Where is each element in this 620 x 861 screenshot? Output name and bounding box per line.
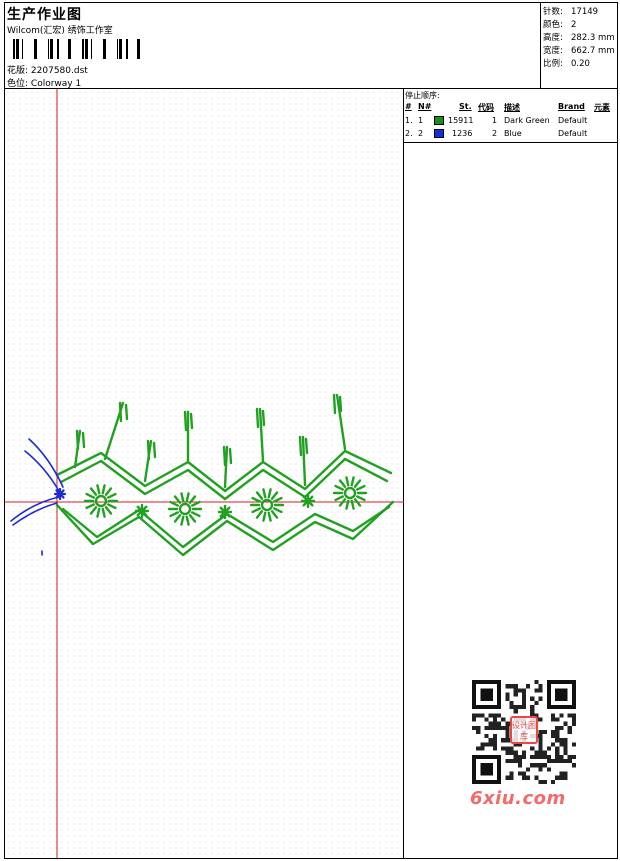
stat-colors: 颜色: 2 xyxy=(543,20,577,30)
flower-ray xyxy=(104,506,113,515)
flower-ray xyxy=(273,496,283,503)
leaf xyxy=(255,407,260,429)
flower-ray xyxy=(107,492,117,499)
flower-center xyxy=(178,502,192,516)
colorway: 色位: Colorway 1 xyxy=(7,76,81,89)
flower-ray xyxy=(96,484,101,495)
design-label: 花版: xyxy=(7,66,29,76)
flower-ray xyxy=(101,484,106,495)
flower-ray xyxy=(101,507,106,518)
flower-ray xyxy=(356,495,366,502)
color-swatch xyxy=(434,129,444,138)
stalk xyxy=(301,435,307,487)
flower-ray xyxy=(267,488,272,499)
watermark: 设计图库 6xiu.com xyxy=(466,678,584,818)
flower-ray xyxy=(273,507,283,514)
leaf xyxy=(222,445,227,467)
flower-ray xyxy=(262,488,267,499)
flower-ray xyxy=(169,500,179,507)
flower-ray xyxy=(180,515,185,526)
flower-ray xyxy=(169,511,179,518)
flower-ray xyxy=(251,496,261,503)
leaf xyxy=(81,431,86,449)
leaf xyxy=(124,403,129,421)
leaf xyxy=(183,410,188,432)
stop-sequence-table: 停止顺序: # N# St. 代码 描述 Brand 元素 1. 1 15911… xyxy=(404,89,617,143)
leaf xyxy=(75,429,80,451)
flower-ray xyxy=(185,515,190,526)
flower-ray xyxy=(85,492,95,499)
leaf xyxy=(304,437,309,455)
flower-ray xyxy=(173,514,182,523)
flower-ray xyxy=(188,514,197,523)
stat-width: 宽度: 662.7 mm xyxy=(543,46,615,56)
embroidery-design xyxy=(5,89,404,858)
flower-ray xyxy=(334,495,344,502)
leaf xyxy=(261,409,266,427)
leaf xyxy=(146,439,151,461)
leaf xyxy=(228,447,233,465)
header-panel: 生产作业图 Wilcom(汇宏) 绣饰工作室 花版: 2207580.dst 色… xyxy=(5,3,541,89)
flower-ray xyxy=(345,476,350,487)
blue-curve xyxy=(10,496,60,522)
flower-ray xyxy=(270,491,279,500)
blue-curve xyxy=(28,438,64,488)
leaf xyxy=(152,441,157,459)
flower-ray xyxy=(89,506,98,515)
flower-ray xyxy=(334,484,344,491)
flower-ray xyxy=(96,507,101,518)
design-canvas xyxy=(5,89,404,858)
green-design xyxy=(55,393,395,557)
stat-scale: 比例: 0.20 xyxy=(543,59,590,69)
stat-stitches: 针数: 17149 xyxy=(543,7,599,17)
design-file: 花版: 2207580.dst xyxy=(7,63,88,76)
flower-ray xyxy=(338,479,347,488)
flower-ray xyxy=(267,511,272,522)
flower-ray xyxy=(255,510,264,519)
flower-ray xyxy=(85,503,95,510)
flower-center xyxy=(94,494,108,508)
flower-ray xyxy=(356,484,366,491)
flower-ray xyxy=(270,510,279,519)
leaf xyxy=(118,401,123,423)
flower-ray xyxy=(191,500,201,507)
flower-ray xyxy=(251,507,261,514)
flower-ray xyxy=(180,492,185,503)
flower-ray xyxy=(191,511,201,518)
flower-ray xyxy=(185,492,190,503)
leaf xyxy=(332,393,337,415)
flower-ray xyxy=(107,503,117,510)
flower-ray xyxy=(104,487,113,496)
design-value: 2207580.dst xyxy=(30,66,88,76)
watermark-stamp: 设计图库 xyxy=(510,716,538,744)
flower-ray xyxy=(353,479,362,488)
stat-height: 高度: 282.3 mm xyxy=(543,33,615,43)
color-swatch xyxy=(434,116,444,125)
flower-ray xyxy=(255,491,264,500)
stop-sequence-caption: 停止顺序: xyxy=(405,91,440,100)
colorway-value: Colorway 1 xyxy=(30,79,82,89)
leaf xyxy=(338,395,343,413)
stop-sequence-row: 1. 1 15911 1 Dark Green Default xyxy=(405,116,588,125)
flower-ray xyxy=(262,511,267,522)
leaf xyxy=(189,412,194,430)
flower-ray xyxy=(350,476,355,487)
flower-ray xyxy=(89,487,98,496)
stop-sequence-row: 2. 2 1236 2 Blue Default xyxy=(405,129,588,138)
stats-panel: 针数: 17149 颜色: 2 高度: 282.3 mm 宽度: 662.7 mm 比例… xyxy=(541,3,617,89)
flower-center xyxy=(343,486,357,500)
stop-sequence-header: # N# St. 代码 描述 Brand 元素 xyxy=(405,102,610,112)
barcode-icon xyxy=(13,39,140,59)
leaf xyxy=(298,435,303,457)
colorway-label: 色位: xyxy=(7,79,29,89)
page-title: 生产作业图 xyxy=(7,7,82,23)
studio-name: Wilcom(汇宏) 绣饰工作室 xyxy=(7,26,113,36)
watermark-text: 6xiu.com xyxy=(470,788,566,809)
